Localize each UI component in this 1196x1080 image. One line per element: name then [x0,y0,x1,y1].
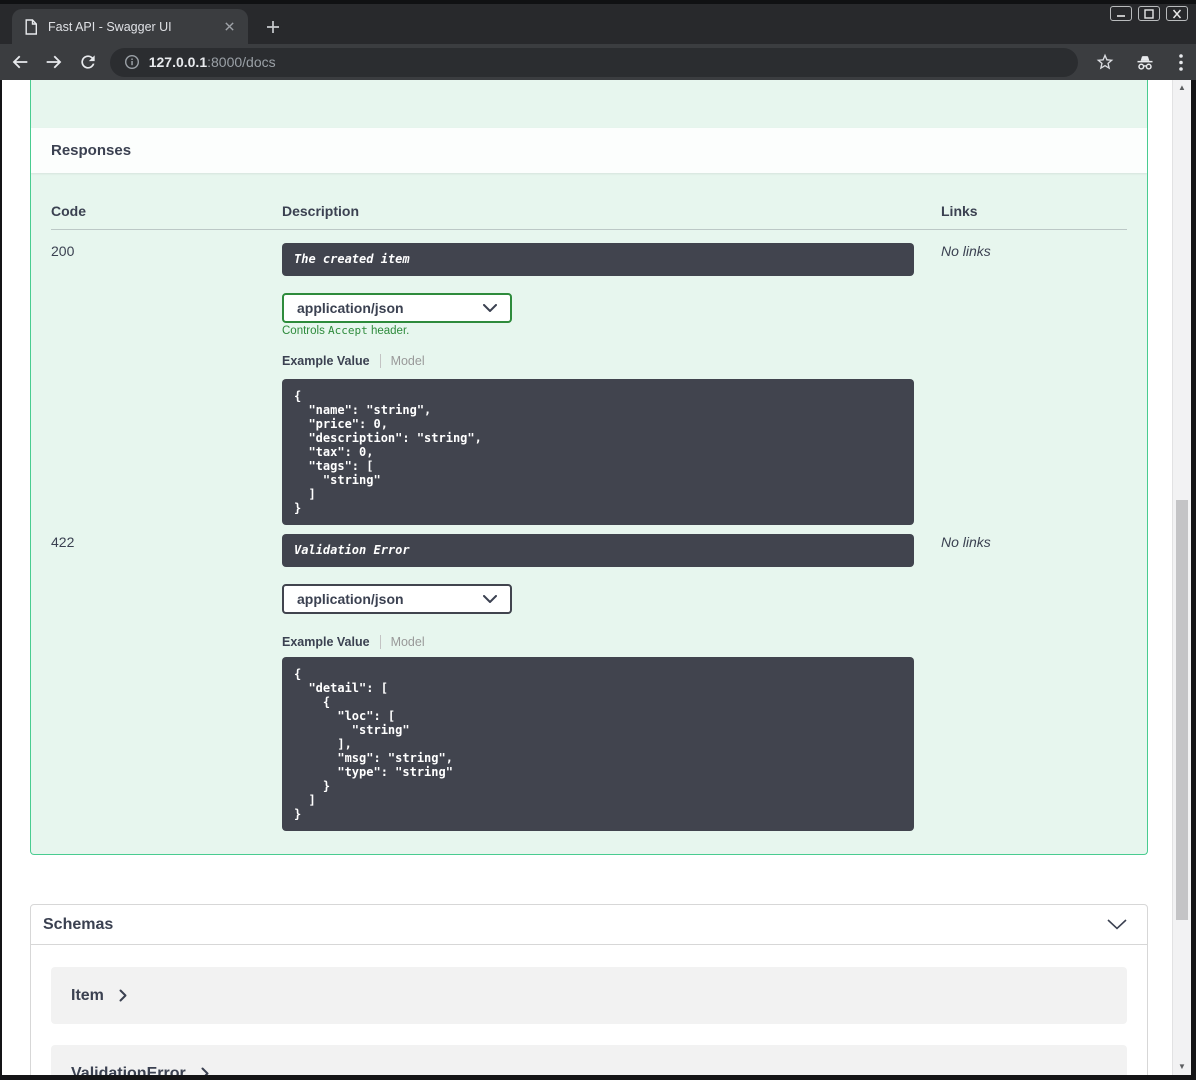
responses-table-header: Code Description Links [51,173,1127,230]
col-header-code: Code [51,203,86,219]
scroll-down-arrow[interactable]: ▼ [1173,1060,1191,1074]
schemas-title: Schemas [43,915,114,933]
panel-spacer [31,80,1147,128]
browser-toolbar: 127.0.0.1:8000/docs [0,44,1196,80]
url-host: 127.0.0.1 [148,54,208,70]
close-button[interactable] [1166,6,1188,21]
scroll-up-arrow[interactable]: ▲ [1173,81,1191,95]
model-item[interactable]: Item [51,967,1127,1024]
chevron-down-icon [483,304,497,312]
window-controls [1110,6,1188,21]
chevron-right-icon [119,989,128,1002]
tab-example-value[interactable]: Example Value [282,635,370,649]
example-json-200: { "name": "string", "price": 0, "descrip… [282,379,914,525]
reload-button[interactable] [74,48,102,76]
tab-model[interactable]: Model [391,635,425,649]
example-model-tabs: Example Value Model [282,353,941,369]
media-type-select[interactable]: application/json [282,584,512,614]
response-code: 200 [51,243,75,259]
schemas-section: Schemas Item ValidationError [30,904,1148,1075]
tab-close-icon[interactable] [220,18,238,36]
col-header-description: Description [282,203,360,219]
model-name: ValidationError [71,1064,186,1076]
page-favicon-icon [24,18,38,35]
forward-button[interactable] [40,48,68,76]
tab-separator [379,354,381,368]
response-description: The created item [282,243,914,276]
response-row-422: 422 Validation Error application/json Ex… [51,523,1127,831]
tab-title: Fast API - Swagger UI [48,19,172,34]
media-type-select[interactable]: application/json [282,293,512,323]
example-json-422: { "detail": [ { "loc": [ "string" ], "ms… [282,657,914,831]
schemas-body: Item ValidationError [31,945,1147,1075]
responses-table: Code Description Links 200 The created i… [31,173,1147,831]
post-endpoint-panel: Responses Code Description Links 200 The… [30,80,1148,855]
scrollbar-thumb[interactable] [1176,500,1188,920]
response-description: Validation Error [282,534,914,567]
new-tab-button[interactable] [262,16,284,38]
browser-tab[interactable]: Fast API - Swagger UI [12,9,248,44]
responses-section-header: Responses [31,128,1147,173]
site-info-icon[interactable] [124,54,140,70]
back-button[interactable] [6,48,34,76]
tab-bar: Fast API - Swagger UI [0,4,1196,44]
tab-model[interactable]: Model [391,354,425,368]
links-value: No links [941,243,991,259]
tab-example-value[interactable]: Example Value [282,354,370,368]
col-header-links: Links [941,203,978,219]
example-model-tabs: Example Value Model [282,634,941,650]
media-type-value: application/json [297,300,404,316]
accept-header-hint: Controls Accept header. [282,324,410,337]
chevron-down-icon [483,595,497,603]
response-row-200: 200 The created item application/json Co… [51,230,1127,525]
model-name: Item [71,986,104,1004]
schemas-header[interactable]: Schemas [31,905,1147,945]
responses-title: Responses [51,142,132,159]
media-type-value: application/json [297,591,404,607]
incognito-icon [1130,47,1160,77]
model-validationerror[interactable]: ValidationError [51,1045,1127,1075]
swagger-page: Responses Code Description Links 200 The… [2,80,1172,1075]
response-code: 422 [51,534,75,550]
menu-icon[interactable] [1166,47,1196,77]
url-path: :8000/docs [207,54,276,70]
bookmark-star-icon[interactable] [1090,47,1120,77]
url-text: 127.0.0.1:8000/docs [149,54,276,70]
chevron-right-icon [201,1067,210,1075]
maximize-button[interactable] [1138,6,1160,21]
page-scrollbar[interactable]: ▲ ▼ [1172,80,1191,1075]
links-value: No links [941,534,991,550]
address-bar[interactable]: 127.0.0.1:8000/docs [109,47,1079,77]
tab-separator [379,635,381,649]
minimize-button[interactable] [1110,6,1132,21]
chevron-down-icon[interactable] [1107,919,1127,930]
